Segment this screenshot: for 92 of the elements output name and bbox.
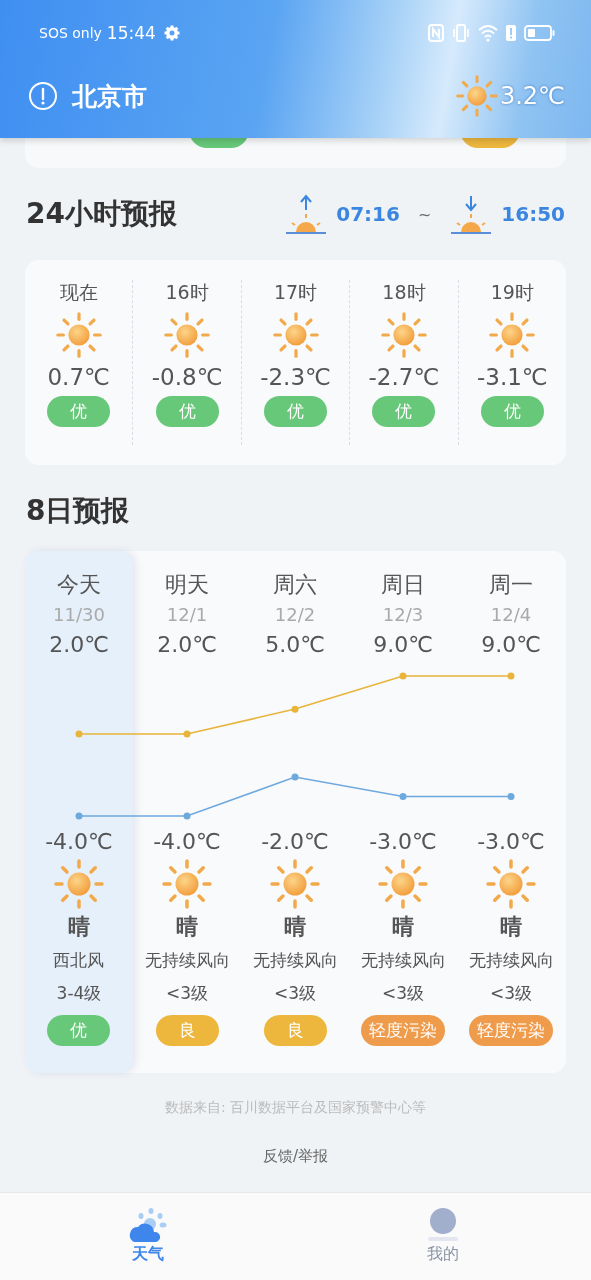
- sun-icon: [489, 312, 536, 358]
- date-text: 12/3: [382, 603, 424, 627]
- hour-label: 18时: [382, 280, 426, 305]
- clock-text: 15:44: [106, 23, 156, 43]
- section-title: 24小时预报: [26, 196, 177, 232]
- temperature-text: -3.1℃: [476, 364, 548, 390]
- low-temperature: -4.0℃: [45, 828, 113, 856]
- condition-text: 晴: [500, 913, 522, 941]
- day-label: 明天: [165, 571, 209, 599]
- aqi-badge: 优: [155, 396, 219, 427]
- wind-level: 3-4级: [56, 982, 102, 1005]
- condition-text: 晴: [284, 913, 306, 941]
- hour-label: 19时: [490, 280, 534, 305]
- aqi-badge: 优: [480, 396, 544, 427]
- carrier-text: SOS only: [39, 25, 102, 41]
- city-name: 北京市: [72, 80, 147, 113]
- sun-icon: [162, 859, 212, 909]
- temperature-text: 0.7℃: [47, 364, 110, 390]
- source-text: 数据来自: 百川数据平台及国家预警中心等: [164, 1099, 427, 1117]
- info-icon: [28, 81, 58, 111]
- wind-level: <3级: [165, 982, 209, 1005]
- day-label: 周一: [489, 571, 533, 599]
- aqi-badge: 优: [264, 396, 327, 427]
- day-column[interactable]: 周日 12/3 9.0℃ -3.0℃ 晴 无持续风向 <3级 轻度污染: [349, 551, 457, 1073]
- aqi-badge: 优: [372, 396, 436, 427]
- battery-icon: [524, 25, 555, 41]
- condition-text: 晴: [392, 913, 414, 941]
- aqi-badge: 优: [47, 396, 111, 427]
- wind-direction: 无持续风向: [144, 949, 230, 972]
- temperature-text: -0.8℃: [151, 364, 223, 390]
- high-temperature: 9.0℃: [373, 631, 433, 659]
- sun-icon: [55, 312, 102, 358]
- aqi-badge: 优: [47, 1015, 111, 1046]
- high-temperature: 2.0℃: [157, 631, 217, 659]
- date-text: 11/30: [53, 603, 105, 627]
- wind-direction: 西北风: [53, 949, 105, 972]
- wind-level: <3级: [273, 982, 317, 1005]
- settings-icon: [163, 25, 180, 41]
- sunrise-time: 07:16: [336, 202, 400, 226]
- temperature-text: -2.3℃: [260, 364, 331, 390]
- sun-icon: [455, 75, 498, 117]
- vibrate-icon: [452, 24, 470, 42]
- sun-icon: [378, 859, 428, 909]
- sun-icon: [164, 312, 211, 358]
- nfc-icon: [428, 24, 444, 42]
- low-temperature: -3.0℃: [477, 828, 545, 856]
- day-column[interactable]: 周一 12/4 9.0℃ -3.0℃ 晴 无持续风向 <3级 轻度污染: [457, 551, 565, 1073]
- day-label: 周六: [273, 571, 317, 599]
- low-temperature: -2.0℃: [261, 828, 329, 856]
- high-temperature: 2.0℃: [49, 631, 109, 659]
- high-temperature: 9.0℃: [481, 631, 541, 659]
- condition-text: 晴: [68, 913, 90, 941]
- sun-icon: [272, 312, 319, 358]
- wind-level: <3级: [381, 982, 425, 1005]
- day-label: 今天: [57, 571, 101, 599]
- section-title: 8日预报: [26, 493, 130, 529]
- cloud-sun-icon: [128, 1208, 167, 1242]
- alert-icon: [506, 24, 516, 42]
- aqi-badge: 良: [155, 1015, 219, 1046]
- aqi-badge: 轻度污染: [361, 1015, 445, 1046]
- aqi-badge: 轻度污染: [469, 1015, 553, 1046]
- wind-direction: 无持续风向: [252, 949, 338, 972]
- low-temperature: -4.0℃: [153, 828, 221, 856]
- hour-label: 17时: [273, 280, 318, 305]
- sunset-time: 16:50: [501, 202, 565, 226]
- wind-direction: 无持续风向: [360, 949, 446, 972]
- sunrise-icon: [284, 193, 329, 235]
- day-column[interactable]: 今天 11/30 2.0℃ -4.0℃ 晴 西北风 3-4级 优: [25, 551, 133, 1073]
- date-text: 12/2: [274, 603, 316, 627]
- hour-label: 现在: [59, 280, 98, 305]
- day-column[interactable]: 明天 12/1 2.0℃ -4.0℃ 晴 无持续风向 <3级 良: [133, 551, 241, 1073]
- aqi-badge: 良: [263, 1015, 327, 1046]
- separator-text: ~: [417, 204, 432, 224]
- current-temperature: 3.2℃: [499, 82, 565, 110]
- sun-icon: [486, 859, 536, 909]
- hour-label: 16时: [165, 280, 209, 305]
- sun-icon: [270, 859, 320, 909]
- day-column[interactable]: 周六 12/2 5.0℃ -2.0℃ 晴 无持续风向 <3级 良: [241, 551, 349, 1073]
- high-temperature: 5.0℃: [265, 631, 325, 659]
- sun-icon: [380, 312, 427, 358]
- feedback-link[interactable]: 反馈/举报: [262, 1147, 329, 1166]
- sun-icon: [54, 859, 104, 909]
- date-text: 12/4: [490, 603, 532, 627]
- day-label: 周日: [381, 571, 425, 599]
- date-text: 12/1: [166, 603, 208, 627]
- temperature-text: -2.7℃: [368, 364, 440, 390]
- condition-text: 晴: [176, 913, 198, 941]
- sunset-icon: [449, 193, 494, 235]
- low-temperature: -3.0℃: [369, 828, 437, 856]
- wind-direction: 无持续风向: [468, 949, 554, 972]
- wind-level: <3级: [489, 982, 533, 1005]
- wifi-icon: [478, 24, 498, 42]
